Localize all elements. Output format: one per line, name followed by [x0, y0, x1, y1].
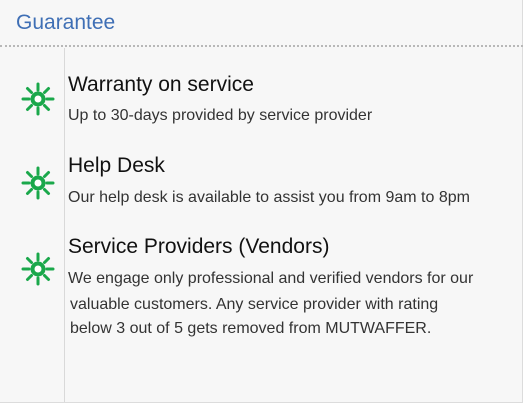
item-title: Service Providers (Vendors) — [68, 235, 330, 258]
sun-badge-icon — [21, 252, 55, 286]
item-title: Warranty on service — [68, 73, 254, 96]
section-title: Guarantee — [16, 11, 116, 34]
section-header: Guarantee — [0, 0, 523, 47]
item-title: Help Desk — [68, 154, 165, 177]
item-description-line: We engage only professional and verified… — [68, 270, 474, 287]
item-description-line: valuable customers. Any service provider… — [70, 296, 439, 313]
item-description-line: Up to 30-days provided by service provid… — [68, 107, 373, 124]
guarantee-panel: Guarantee Warranty on service Up to 30-d… — [0, 0, 523, 403]
item-description-line: Our help desk is available to assist you… — [68, 189, 470, 206]
dotted-divider — [0, 45, 523, 47]
item-description-line: below 3 out of 5 gets removed from MUTWA… — [70, 320, 432, 337]
left-rule — [64, 48, 65, 402]
sun-badge-icon — [21, 82, 55, 116]
sun-badge-icon — [21, 166, 55, 200]
